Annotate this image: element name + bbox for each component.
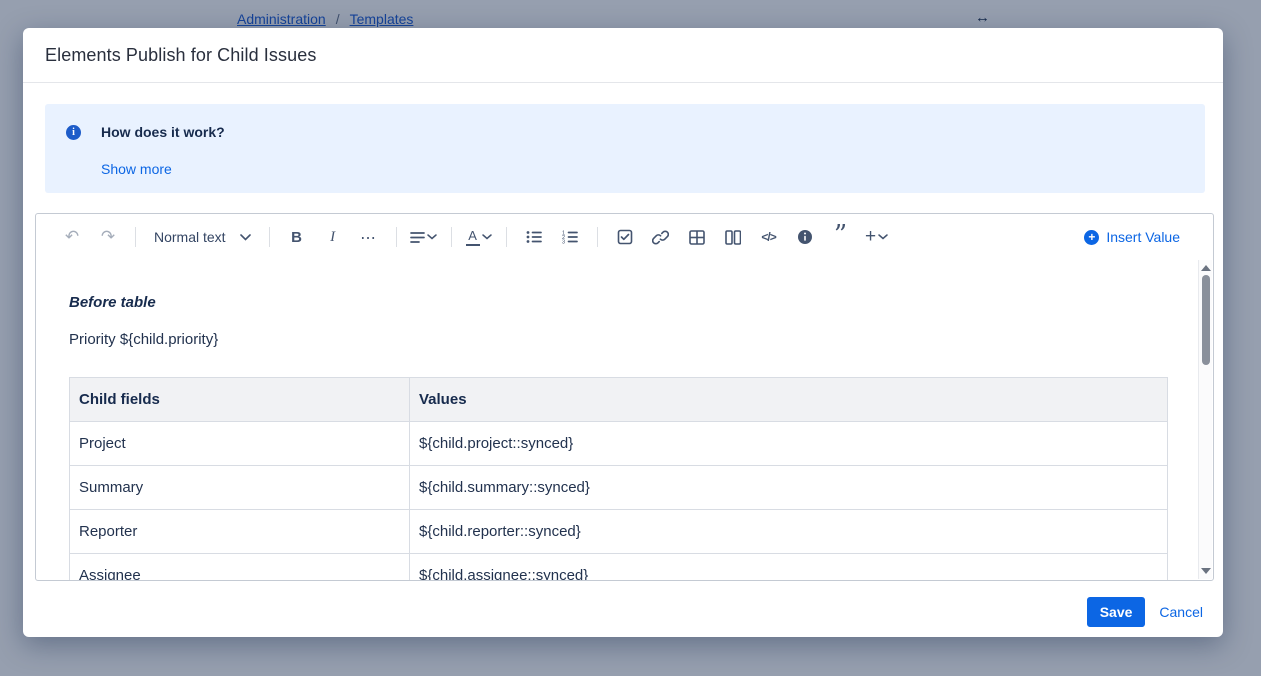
info-icon: i: [66, 125, 81, 140]
show-more-link[interactable]: Show more: [101, 161, 172, 177]
scrollbar-up-arrow-icon[interactable]: [1201, 265, 1211, 271]
svg-text:3: 3: [562, 240, 565, 245]
code-block-button[interactable]: </>: [754, 222, 784, 252]
bullet-list-button[interactable]: [519, 222, 549, 252]
save-button[interactable]: Save: [1087, 597, 1146, 627]
more-formatting-button[interactable]: ⋯: [354, 222, 384, 252]
scrollbar-thumb[interactable]: [1202, 275, 1210, 365]
italic-icon: I: [330, 229, 335, 246]
toolbar-divider: [269, 227, 270, 247]
modal-footer: Save Cancel: [1087, 597, 1203, 627]
code-icon: </>: [761, 230, 775, 244]
italic-button[interactable]: I: [318, 222, 348, 252]
table-button[interactable]: [682, 222, 712, 252]
layout-button[interactable]: [718, 222, 748, 252]
redo-icon: ↷: [101, 229, 115, 246]
editor-scrollbar[interactable]: [1198, 260, 1212, 579]
info-panel-button[interactable]: [790, 222, 820, 252]
text-color-icon: A: [466, 229, 480, 246]
chevron-down-icon: [427, 234, 437, 240]
task-list-button[interactable]: [610, 222, 640, 252]
cell-value: ${child.project::synced}: [410, 422, 1168, 466]
link-button[interactable]: [646, 222, 676, 252]
table-row: Summary ${child.summary::synced}: [70, 466, 1168, 510]
task-checkbox-icon: [617, 229, 633, 245]
quote-icon: ”: [834, 230, 847, 244]
modal-title: Elements Publish for Child Issues: [45, 45, 1201, 66]
insert-value-button[interactable]: + Insert Value: [1084, 229, 1180, 245]
undo-button[interactable]: ↶: [57, 222, 87, 252]
bold-button[interactable]: B: [282, 222, 312, 252]
table-icon: [689, 230, 705, 245]
info-panel-icon: [797, 229, 813, 245]
table-row: Project ${child.project::synced}: [70, 422, 1168, 466]
toolbar-divider: [506, 227, 507, 247]
info-banner-title: How does it work?: [101, 124, 1205, 140]
cell-field: Summary: [70, 466, 410, 510]
bold-icon: B: [291, 229, 302, 246]
cell-field: Reporter: [70, 510, 410, 554]
ordered-list-button[interactable]: 123: [555, 222, 585, 252]
chevron-down-icon: [482, 234, 492, 240]
editor-heading-text: Before table: [69, 294, 1197, 311]
cell-value: ${child.summary::synced}: [410, 466, 1168, 510]
column-header-values: Values: [410, 378, 1168, 422]
align-left-icon: [410, 231, 425, 244]
scrollbar-down-arrow-icon[interactable]: [1201, 568, 1211, 574]
text-style-dropdown[interactable]: Normal text: [148, 222, 257, 252]
link-icon: [652, 229, 669, 246]
undo-icon: ↶: [65, 229, 79, 246]
rich-text-editor[interactable]: ↶ ↷ Normal text B I ⋯: [35, 213, 1214, 581]
toolbar-divider: [451, 227, 452, 247]
plus-circle-icon: +: [1084, 230, 1099, 245]
more-icon: ⋯: [360, 228, 377, 247]
info-banner-body: How does it work? Show more: [45, 104, 1205, 179]
chevron-down-icon: [240, 234, 251, 241]
table-header-row: Child fields Values: [70, 378, 1168, 422]
template-fields-table: Child fields Values Project ${child.proj…: [69, 377, 1168, 580]
cell-value: ${child.reporter::synced}: [410, 510, 1168, 554]
modal-header: Elements Publish for Child Issues: [23, 28, 1223, 83]
quote-button[interactable]: ”: [826, 222, 856, 252]
bullet-list-icon: [526, 230, 542, 244]
editor-content[interactable]: Before table Priority ${child.priority} …: [36, 260, 1197, 580]
redo-button[interactable]: ↷: [93, 222, 123, 252]
editor-paragraph-text: Priority ${child.priority}: [69, 331, 1197, 348]
cell-field: Assignee: [70, 554, 410, 581]
cancel-button[interactable]: Cancel: [1159, 604, 1203, 620]
text-color-dropdown[interactable]: A: [464, 222, 494, 252]
alignment-dropdown[interactable]: [409, 222, 439, 252]
table-row: Reporter ${child.reporter::synced}: [70, 510, 1168, 554]
toolbar-divider: [597, 227, 598, 247]
cell-field: Project: [70, 422, 410, 466]
toolbar-divider: [396, 227, 397, 247]
toolbar-divider: [135, 227, 136, 247]
text-style-label: Normal text: [154, 229, 226, 245]
cell-value: ${child.assignee::synced}: [410, 554, 1168, 581]
plus-icon: +: [865, 226, 876, 248]
columns-layout-icon: [725, 230, 741, 245]
table-row: Assignee ${child.assignee::synced}: [70, 554, 1168, 581]
column-header-child-fields: Child fields: [70, 378, 410, 422]
insert-menu-button[interactable]: +: [862, 222, 892, 252]
ordered-list-icon: 123: [562, 230, 578, 244]
editor-toolbar: ↶ ↷ Normal text B I ⋯: [36, 214, 1213, 260]
info-banner: i How does it work? Show more: [45, 104, 1205, 193]
chevron-down-icon: [878, 234, 888, 240]
insert-value-label: Insert Value: [1106, 229, 1180, 245]
modal-dialog: Elements Publish for Child Issues i How …: [23, 28, 1223, 637]
